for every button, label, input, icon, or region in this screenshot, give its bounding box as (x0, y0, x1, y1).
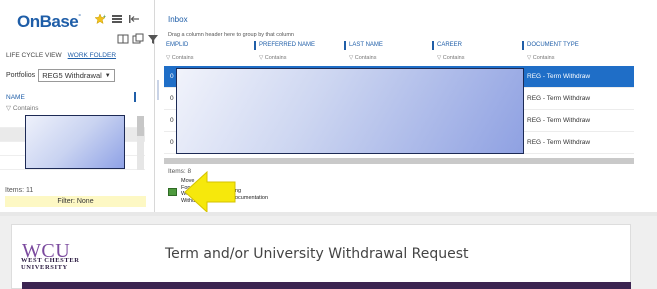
portfolio-value: REG5 Withdrawal (42, 71, 102, 80)
list-view-icon[interactable] (111, 13, 123, 25)
portfolio-label: Portfolios (6, 72, 36, 79)
column-label: PREFERRED NAME (259, 42, 316, 48)
column-divider (344, 41, 346, 50)
task-arrow-icon (168, 188, 177, 196)
inbox-panel: Inbox Drag a column header here to group… (164, 0, 657, 212)
emplid-cell: 0 (170, 117, 174, 124)
wcu-logo-subtitle: WEST CHESTER UNIVERSITY (21, 257, 80, 271)
scrollbar-thumb[interactable] (164, 158, 634, 164)
column-label: LAST NAME (349, 42, 383, 48)
left-toolbar: + (94, 13, 140, 25)
emplid-cell: 0 (170, 73, 174, 80)
panel-splitter[interactable] (157, 80, 159, 100)
emplid-cell: 0 (170, 95, 174, 102)
left-subtoolbar (117, 33, 159, 45)
task-label-continued: ng ocumentation (235, 188, 269, 201)
column-divider (254, 41, 256, 50)
view-tabs: LIFE CYCLE VIEW WORK FOLDER (6, 52, 116, 59)
column-filter[interactable]: ▽ Contains (527, 55, 554, 61)
form-title: Term and/or University Withdrawal Reques… (165, 246, 469, 262)
column-emplid[interactable]: EMPLID ▽ Contains (164, 40, 254, 64)
document-type-cell: REG - Term Withdraw (527, 95, 591, 102)
form-header-band (22, 282, 631, 289)
horizontal-scrollbar[interactable] (164, 158, 634, 164)
tab-life-cycle-view[interactable]: LIFE CYCLE VIEW (6, 52, 62, 59)
filter-icon[interactable] (147, 33, 159, 45)
column-label: DOCUMENT TYPE (527, 42, 579, 48)
favorite-star-icon[interactable]: + (94, 13, 106, 25)
copy-icon[interactable] (132, 33, 144, 45)
name-filter-input[interactable]: ▽ Contains (6, 104, 38, 112)
column-label: EMPLID (166, 42, 189, 48)
collapse-panel-icon[interactable] (128, 13, 140, 25)
column-filter[interactable]: ▽ Contains (349, 55, 376, 61)
column-document-type[interactable]: DOCUMENT TYPE ▽ Contains (522, 40, 634, 64)
svg-text:+: + (103, 14, 106, 20)
annotation-arrow-icon (184, 170, 236, 214)
columns-icon[interactable] (117, 33, 129, 45)
group-by-hint[interactable]: Drag a column header here to group by th… (168, 32, 294, 38)
column-filter[interactable]: ▽ Contains (437, 55, 464, 61)
column-filter[interactable]: ▽ Contains (166, 55, 193, 61)
column-headers: EMPLID ▽ Contains PREFERRED NAME ▽ Conta… (164, 40, 634, 64)
column-divider (432, 41, 434, 50)
column-resize-handle[interactable] (134, 92, 136, 102)
onbase-logo: OnBase° (17, 12, 81, 31)
document-type-cell: REG - Term Withdraw (527, 139, 591, 146)
column-label: CAREER (437, 42, 463, 48)
portfolio-row: Portfolios REG5 Withdrawal ▼ (6, 69, 115, 82)
column-career[interactable]: CAREER ▽ Contains (432, 40, 522, 64)
tab-work-folder[interactable]: WORK FOLDER (68, 52, 116, 59)
column-preferred-name[interactable]: PREFERRED NAME ▽ Contains (254, 40, 344, 64)
items-count: Items: 11 (5, 187, 34, 194)
document-type-cell: REG - Term Withdraw (527, 117, 591, 124)
emplid-cell: 0 (170, 139, 174, 146)
column-filter[interactable]: ▽ Contains (259, 55, 286, 61)
chevron-down-icon: ▼ (104, 72, 111, 79)
document-type-cell: REG - Term Withdraw (527, 73, 591, 80)
filter-status: Filter: None (5, 196, 146, 207)
redacted-area (176, 68, 524, 154)
column-last-name[interactable]: LAST NAME ▽ Contains (344, 40, 432, 64)
redacted-area (25, 115, 125, 169)
left-scrollbar[interactable] (137, 116, 144, 170)
scrollbar-thumb[interactable] (137, 116, 144, 136)
left-panel: OnBase° + LIFE CYCLE VIEW WORK FOLDER Po… (0, 0, 158, 212)
column-divider (522, 41, 524, 50)
name-column-header[interactable]: NAME (6, 94, 25, 101)
portfolio-select[interactable]: REG5 Withdrawal ▼ (38, 69, 115, 82)
inbox-title: Inbox (168, 15, 188, 24)
